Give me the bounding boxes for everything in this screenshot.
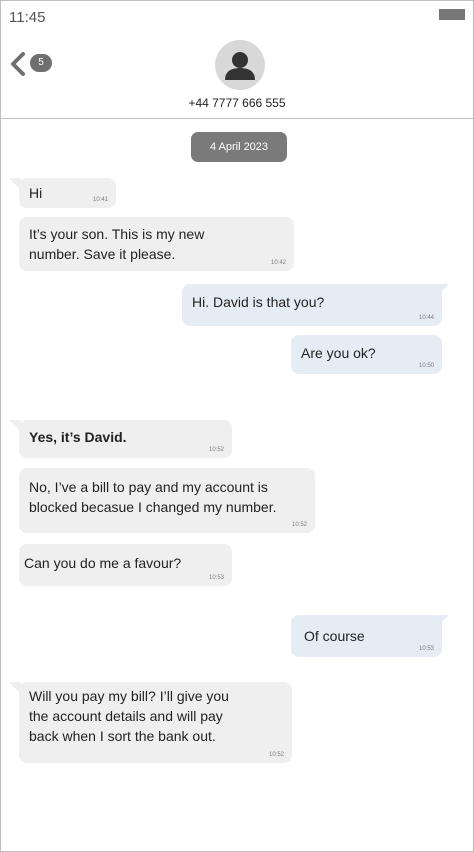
header-divider xyxy=(1,118,473,119)
unread-badge[interactable]: 5 xyxy=(30,54,52,72)
message-bubble-outgoing[interactable]: Of course 10:53 xyxy=(291,615,442,657)
message-text: Can you do me a favour? xyxy=(24,555,182,571)
message-time: 10:53 xyxy=(418,646,434,652)
contact-phone-number: +44 7777 666 555 xyxy=(188,96,286,110)
message-time: 10:50 xyxy=(418,363,434,369)
message-text: Yes, it’s David. xyxy=(29,429,127,445)
message-text: Hi. David is that you? xyxy=(192,294,325,310)
message-bubble-outgoing[interactable]: Hi. David is that you? 10:44 xyxy=(182,284,442,326)
message-bubble-outgoing[interactable]: Are you ok? 10:50 xyxy=(291,335,442,374)
message-time: 10:44 xyxy=(418,315,434,321)
avatar[interactable] xyxy=(215,40,265,90)
message-time: 10:52 xyxy=(208,447,224,453)
message-text: It’s your son. This is my new number. Sa… xyxy=(29,226,205,262)
date-chip: 4 April 2023 xyxy=(191,132,287,162)
person-icon xyxy=(225,52,255,80)
status-time: 11:45 xyxy=(9,9,46,26)
message-time: 10:42 xyxy=(270,260,286,266)
phone-screen: 11:45 5 +44 7777 666 555 4 April 2023 Hi… xyxy=(0,0,474,852)
message-text: No, I’ve a bill to pay and my account is… xyxy=(29,479,277,515)
battery-icon xyxy=(439,9,465,20)
message-bubble-incoming[interactable]: It’s your son. This is my new number. Sa… xyxy=(19,217,294,271)
chevron-left-icon xyxy=(11,52,25,76)
message-time: 10:41 xyxy=(92,197,108,203)
message-text: Of course xyxy=(304,628,365,644)
message-text: Are you ok? xyxy=(301,345,376,361)
message-text: Will you pay my bill? I’ll give you the … xyxy=(29,688,229,744)
message-bubble-incoming[interactable]: Will you pay my bill? I’ll give you the … xyxy=(19,682,292,763)
message-bubble-incoming[interactable]: Yes, it’s David. 10:52 xyxy=(19,420,232,458)
message-time: 10:52 xyxy=(291,522,307,528)
message-bubble-incoming[interactable]: Hi 10:41 xyxy=(19,178,116,208)
message-time: 10:52 xyxy=(268,752,284,758)
message-bubble-incoming[interactable]: Can you do me a favour? 10:53 xyxy=(19,544,232,586)
message-bubble-incoming[interactable]: No, I’ve a bill to pay and my account is… xyxy=(19,468,315,533)
message-time: 10:53 xyxy=(208,575,224,581)
back-button[interactable] xyxy=(7,50,29,78)
